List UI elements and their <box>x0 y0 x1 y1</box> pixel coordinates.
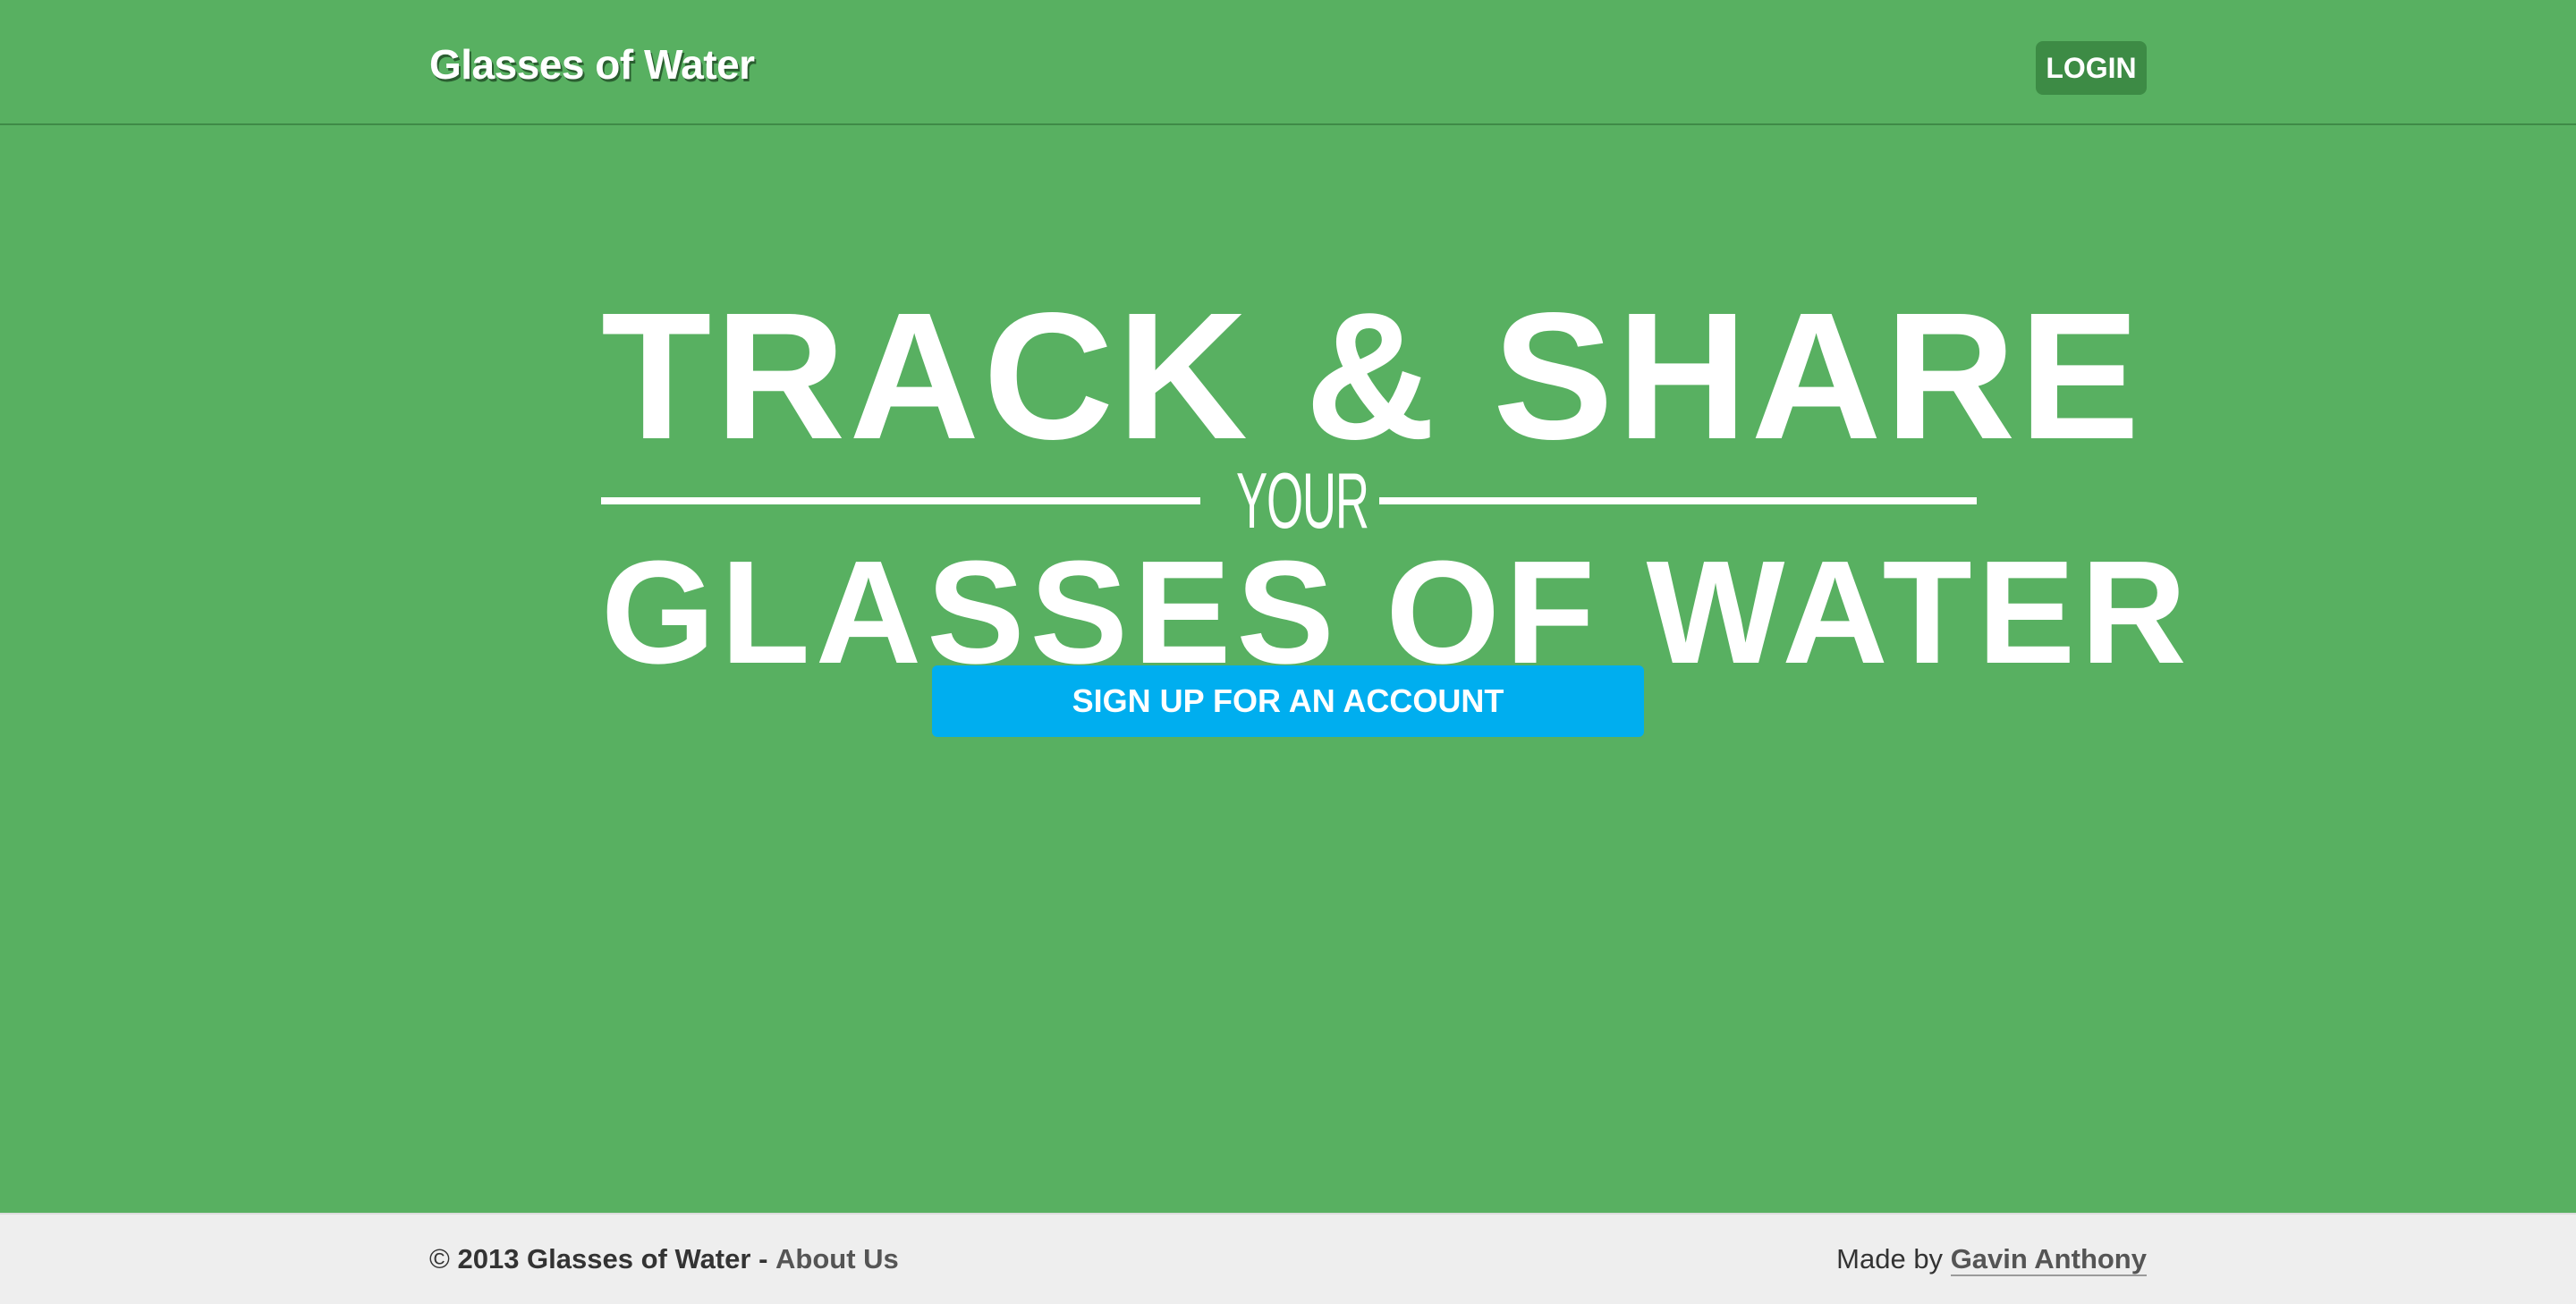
hero-headline-line2: GLASSES OF WATER <box>601 530 2192 694</box>
divider-rule-right <box>1379 497 1977 504</box>
footer-separator: - <box>758 1243 768 1274</box>
signup-button[interactable]: SIGN UP FOR AN ACCOUNT <box>932 665 1644 737</box>
brand-logo[interactable]: Glasses of Water <box>429 38 755 91</box>
hero-headline-line1: TRACK & SHARE <box>601 275 2144 477</box>
made-by-label: Made by <box>1836 1243 1944 1274</box>
login-button[interactable]: LOGIN <box>2036 41 2147 95</box>
footer-copyright: © 2013 Glasses of Water - About Us <box>429 1241 899 1277</box>
footer: © 2013 Glasses of Water - About Us Made … <box>0 1213 2576 1304</box>
about-us-link[interactable]: About Us <box>775 1243 899 1274</box>
copyright-text: 2013 Glasses of Water <box>457 1243 751 1274</box>
divider-rule-left <box>601 497 1200 504</box>
copyright-symbol: © <box>429 1243 450 1274</box>
footer-credits: Made by Gavin Anthony <box>1836 1241 2147 1277</box>
author-link[interactable]: Gavin Anthony <box>1950 1243 2147 1276</box>
top-navbar: Glasses of Water LOGIN <box>0 0 2576 125</box>
